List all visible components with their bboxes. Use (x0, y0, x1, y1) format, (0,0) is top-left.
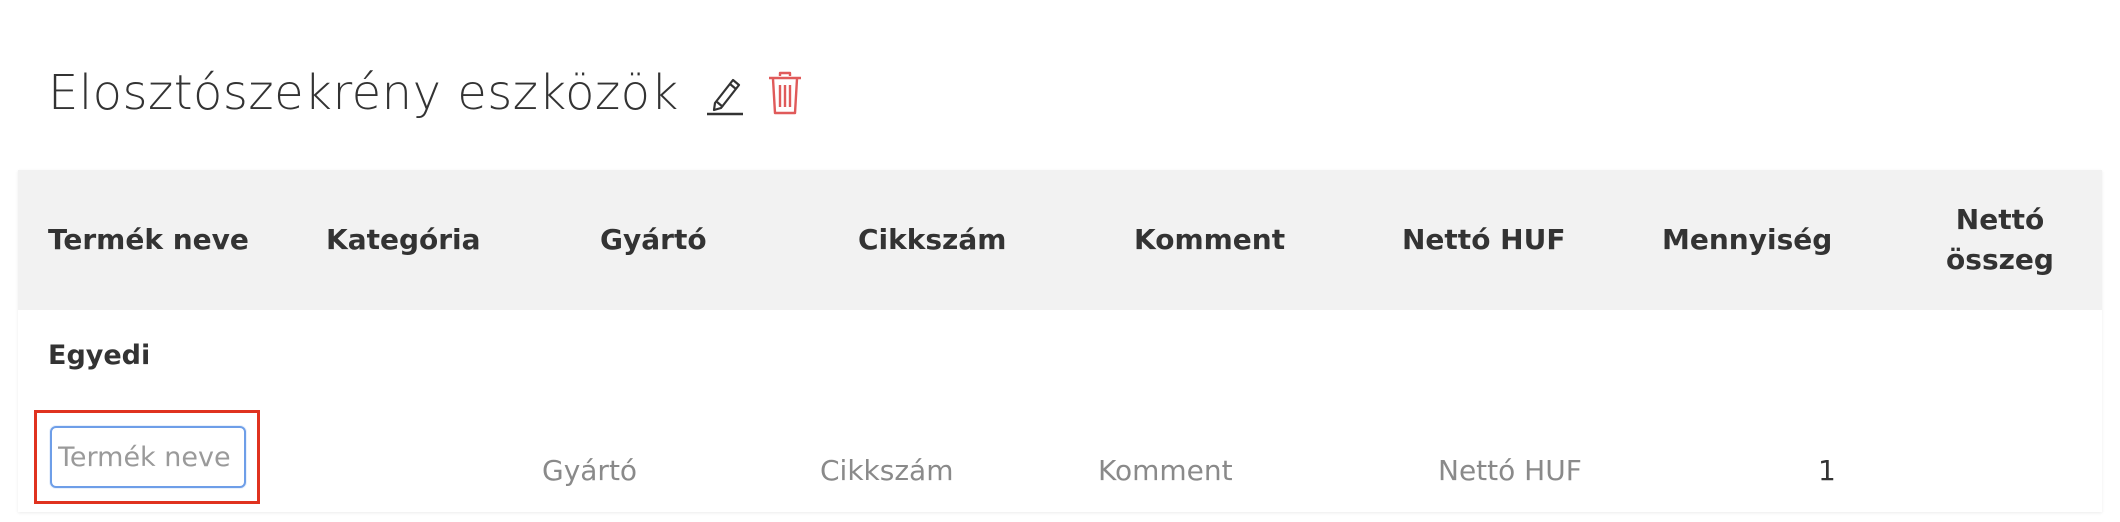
column-header-sku: Cikkszám (858, 223, 1007, 256)
net-huf-field[interactable]: Nettó HUF (1438, 440, 1582, 500)
column-header-manufacturer: Gyártó (600, 223, 707, 256)
table-header: Termék neve Kategória Gyártó Cikkszám Ko… (18, 170, 2102, 310)
column-header-quantity: Mennyiség (1662, 223, 1833, 256)
column-header-comment: Komment (1134, 223, 1286, 256)
delete-button[interactable] (765, 62, 805, 124)
pencil-icon (706, 78, 743, 116)
page-title: Elosztószekrény eszközök (48, 65, 679, 121)
column-header-net-total: Nettó összeg (1946, 203, 2054, 276)
manufacturer-field[interactable]: Gyártó (542, 440, 637, 500)
product-name-input[interactable] (50, 426, 246, 488)
column-header-net-huf: Nettó HUF (1402, 223, 1566, 256)
page-header: Elosztószekrény eszközök (48, 58, 805, 128)
edit-title-button[interactable] (703, 62, 747, 124)
sku-field[interactable]: Cikkszám (820, 440, 953, 500)
column-header-category: Kategória (326, 223, 481, 256)
trash-icon (768, 71, 801, 115)
column-header-product-name: Termék neve (48, 223, 249, 256)
devices-table: Termék neve Kategória Gyártó Cikkszám Ko… (18, 170, 2102, 512)
section-label: Egyedi (48, 340, 151, 371)
comment-field[interactable]: Komment (1098, 440, 1233, 500)
quantity-value[interactable]: 1 (1818, 440, 1836, 500)
